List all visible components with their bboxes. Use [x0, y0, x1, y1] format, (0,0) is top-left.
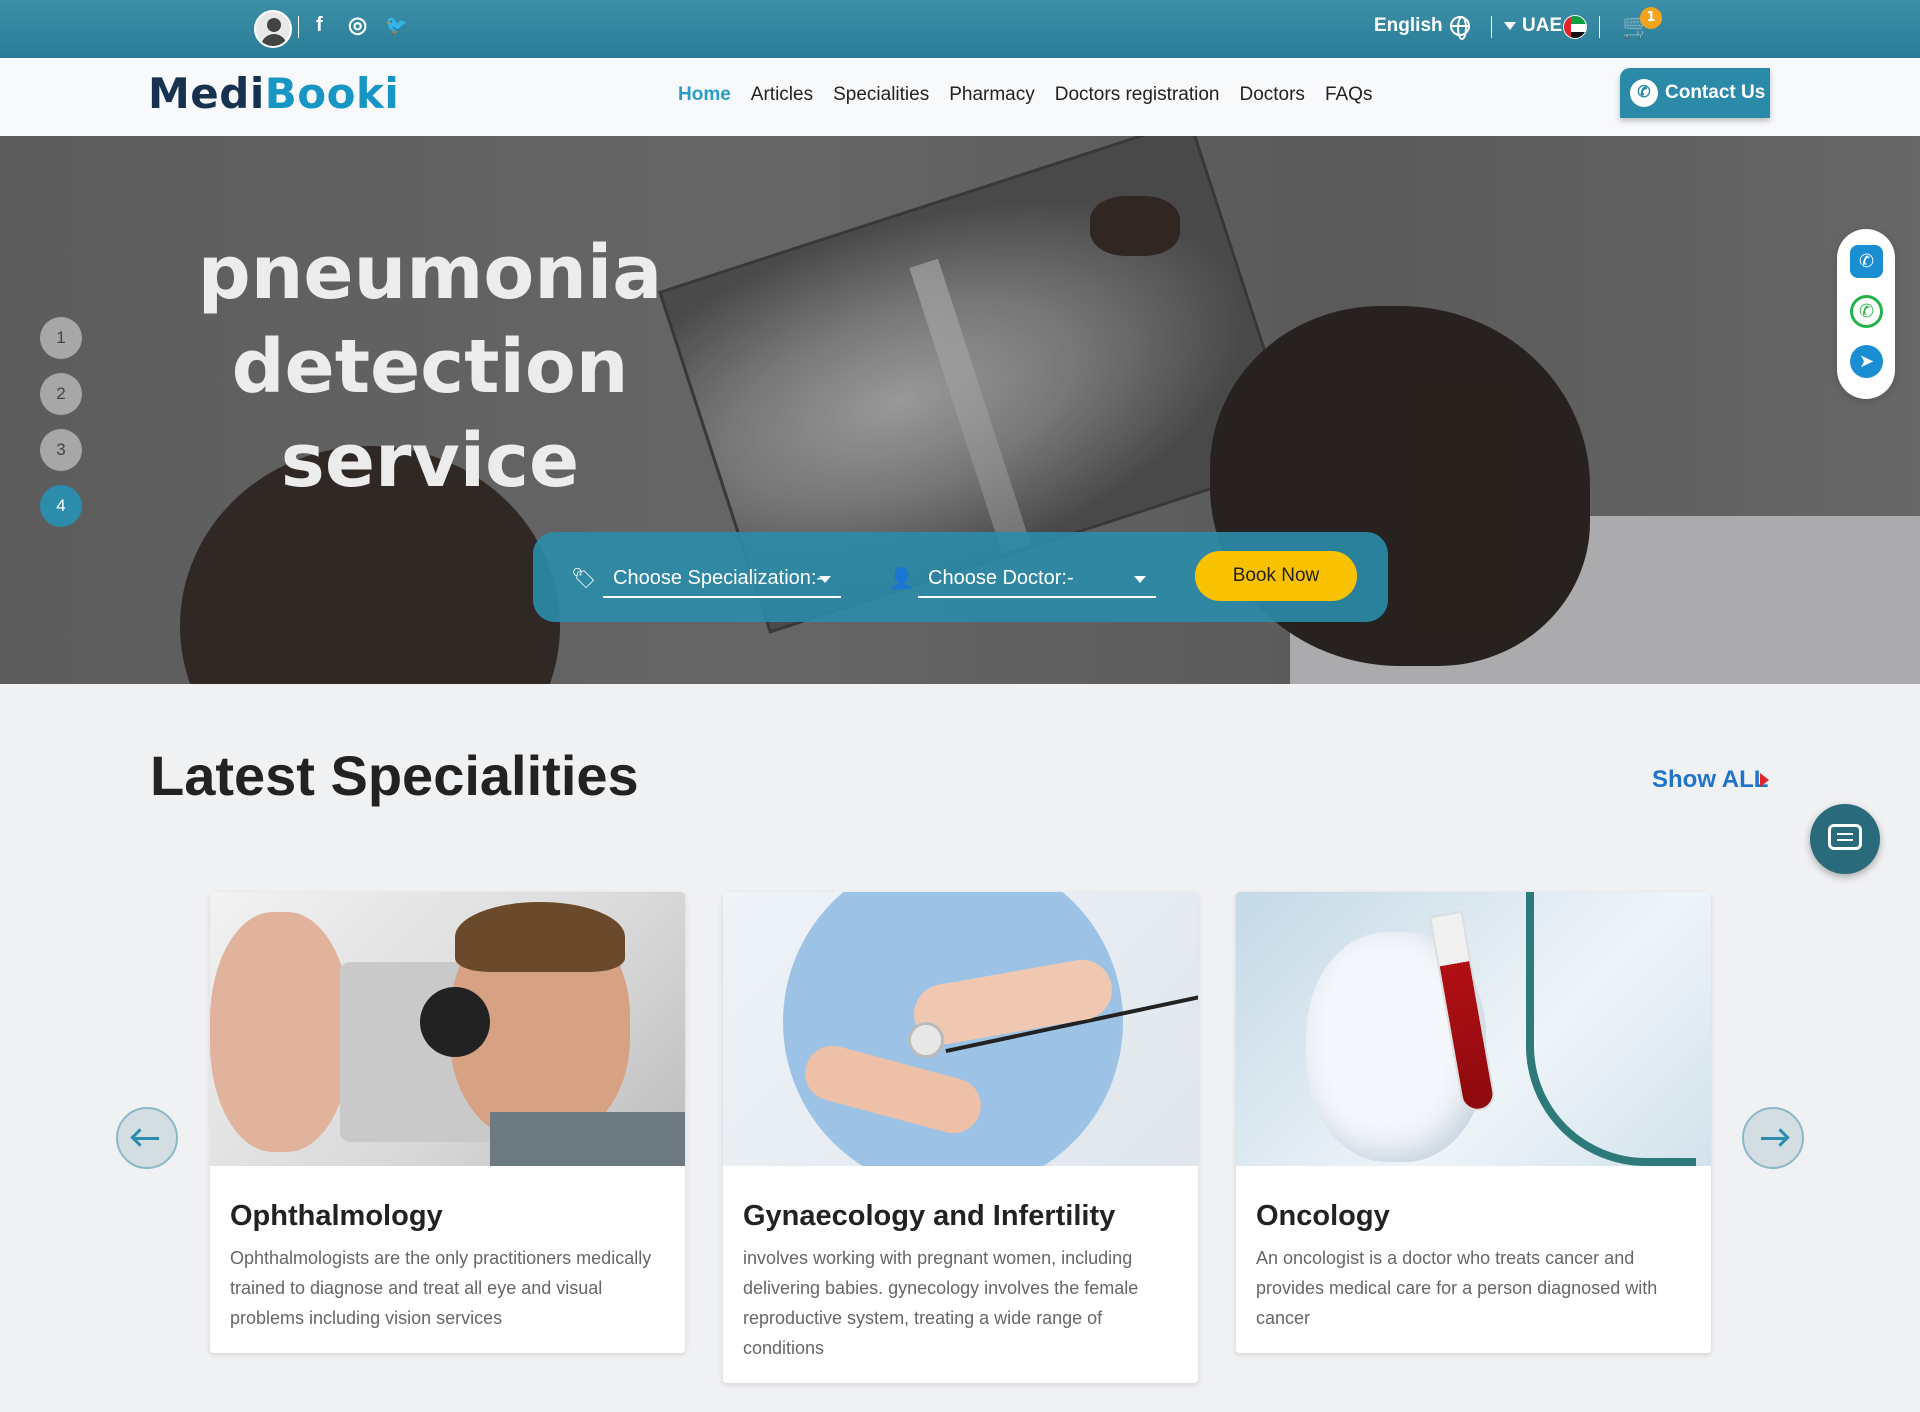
speciality-title: Oncology — [1256, 1200, 1390, 1232]
logo-text-part2: Booki — [264, 69, 400, 118]
divider — [298, 16, 299, 38]
phone-icon[interactable]: ✆ — [1850, 245, 1883, 278]
instagram-icon[interactable]: ◎ — [348, 12, 367, 38]
nav-item-doctors[interactable]: Doctors — [1239, 84, 1304, 106]
chat-button[interactable] — [1810, 804, 1880, 874]
carousel-prev-button[interactable] — [116, 1107, 178, 1169]
logo-text-part1: Medi — [148, 69, 265, 118]
slide-indicators: 1 2 3 4 — [40, 317, 82, 541]
speciality-title: Gynaecology and Infertility — [743, 1200, 1116, 1232]
avatar-body — [261, 34, 287, 46]
slide-dot-4[interactable]: 4 — [40, 485, 82, 527]
slide-dot-1[interactable]: 1 — [40, 317, 82, 359]
speciality-description: Ophthalmologists are the only practition… — [230, 1248, 652, 1328]
nav-item-doctors-registration[interactable]: Doctors registration — [1055, 84, 1220, 106]
divider — [1491, 16, 1492, 38]
speciality-card[interactable]: Gynaecology and Infertility involves wor… — [723, 892, 1198, 1383]
main-navbar: MediBooki Home Articles Specialities Pha… — [0, 58, 1920, 136]
top-bar: f ◎ 🐦 English UAE 🛒 1 — [0, 0, 1920, 58]
doctor-icon: 👤 — [889, 566, 914, 590]
section-title: Latest Specialities — [150, 744, 639, 807]
contact-us-label: Contact Us — [1665, 82, 1766, 103]
chevron-down-icon — [1134, 576, 1146, 583]
arrow-left-icon — [135, 1137, 159, 1140]
hero-title: pneumonia detection service — [110, 226, 750, 508]
doctor-select[interactable]: Choose Doctor:- — [918, 562, 1156, 598]
avatar-head — [267, 18, 281, 32]
carousel-next-button[interactable] — [1742, 1107, 1804, 1169]
booking-form: 🏷 Choose Specialization:- 👤 Choose Docto… — [533, 532, 1388, 622]
phone-icon: ✆ — [1630, 79, 1658, 107]
book-now-button[interactable]: Book Now — [1195, 551, 1357, 601]
nav-item-home[interactable]: Home — [678, 84, 731, 106]
country-selector[interactable]: UAE — [1522, 15, 1562, 37]
speciality-description: An oncologist is a doctor who treats can… — [1256, 1248, 1658, 1328]
specialization-select-label: Choose Specialization:- — [613, 567, 824, 589]
chat-icon — [1828, 824, 1862, 850]
speciality-description: involves working with pregnant women, in… — [743, 1248, 1139, 1358]
nav-item-specialities[interactable]: Specialities — [833, 84, 929, 106]
hero-title-line1: pneumonia — [197, 230, 663, 316]
hero-slider: pneumonia detection service 1 2 3 4 🏷 Ch… — [0, 136, 1920, 684]
divider — [1599, 16, 1600, 38]
chevron-down-icon — [819, 576, 831, 583]
speciality-card[interactable]: Ophthalmology Ophthalmologists are the o… — [210, 892, 685, 1353]
contact-us-button[interactable]: ✆ Contact Us — [1620, 68, 1770, 118]
telegram-icon[interactable]: ➤ — [1850, 345, 1883, 378]
twitter-icon[interactable]: 🐦 — [385, 15, 407, 36]
show-all-link[interactable]: Show ALL — [1652, 766, 1769, 794]
globe-icon[interactable] — [1450, 16, 1470, 40]
tag-icon: 🏷 — [571, 566, 597, 590]
facebook-icon[interactable]: f — [316, 14, 323, 37]
speciality-card[interactable]: Oncology An oncologist is a doctor who t… — [1236, 892, 1711, 1353]
chevron-down-icon[interactable] — [1504, 22, 1516, 30]
nav-item-pharmacy[interactable]: Pharmacy — [949, 84, 1035, 106]
uae-flag-icon — [1563, 15, 1587, 39]
site-logo[interactable]: MediBooki — [148, 69, 399, 118]
hero-title-line2: detection service — [231, 324, 629, 504]
speciality-title: Ophthalmology — [230, 1200, 443, 1232]
specialization-select[interactable]: Choose Specialization:- — [603, 562, 841, 598]
speciality-image — [210, 892, 685, 1166]
cart-count-badge: 1 — [1640, 7, 1662, 29]
arrow-right-icon — [1761, 1137, 1785, 1140]
slide-dot-2[interactable]: 2 — [40, 373, 82, 415]
caret-right-icon — [1760, 773, 1769, 787]
user-avatar-icon[interactable] — [254, 10, 292, 48]
doctor-select-label: Choose Doctor:- — [928, 567, 1074, 589]
nav-item-articles[interactable]: Articles — [751, 84, 813, 106]
show-all-label: Show ALL — [1652, 766, 1769, 793]
floating-contact-bar: ✆ ✆ ➤ — [1837, 229, 1895, 399]
speciality-image — [723, 892, 1198, 1166]
whatsapp-icon[interactable]: ✆ — [1850, 295, 1883, 328]
language-selector[interactable]: English — [1374, 15, 1443, 37]
primary-nav: Home Articles Specialities Pharmacy Doct… — [678, 84, 1392, 106]
slide-dot-3[interactable]: 3 — [40, 429, 82, 471]
speciality-image — [1236, 892, 1711, 1166]
nav-item-faqs[interactable]: FAQs — [1325, 84, 1373, 106]
